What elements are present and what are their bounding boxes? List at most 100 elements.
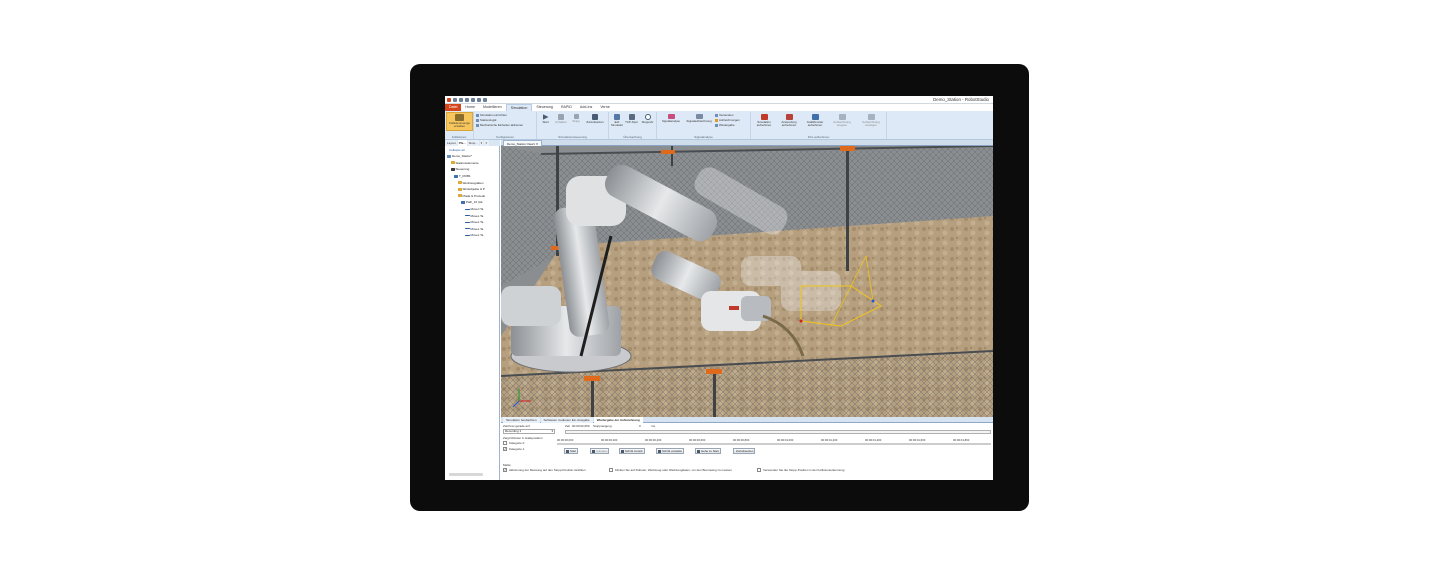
reset-button[interactable]: Zurücksetzen [583,114,607,124]
group-label-ueberwachung: Überwachung [623,135,642,139]
step-forward-button[interactable]: Schritt vorwärts [656,448,684,454]
customize-icon[interactable] [483,98,487,102]
show-recording-label: Aufzeichnung anzeigen [862,120,880,128]
signal-analyzer-button[interactable]: Signalanalyse [659,114,683,123]
horizontal-scrollbar[interactable] [449,473,483,476]
tree-item[interactable]: Stationselemente [447,160,499,167]
recording-select[interactable]: Recording 1 ▾ [503,429,555,434]
reset-playback-button[interactable]: Zurücksetzen [733,448,756,454]
playback-panel: Zeichnet gerade auf Recording 1 ▾ Zeit 0… [501,423,993,480]
group-ueberwachung: E/A Simulator TCP-Spur Stoppuhr Überwach… [609,112,657,139]
tcp-trace-button[interactable]: TCP-Spur [625,114,638,124]
step-back-icon [621,450,624,453]
timeline-ruler [557,443,991,445]
option-collision-label: Verwenden Sie die Stopp-Position in der … [763,468,845,472]
go-to-start-button[interactable]: Gehe zu Start [695,448,721,454]
tree-item[interactable]: MoveL Ta [447,226,499,233]
tree-item-label: Demo_Station* [452,154,473,159]
start-button[interactable]: Start [539,114,552,124]
option-measure-checkbox[interactable]: ✓ [503,468,507,472]
playback-button[interactable]: Wiedergabe [715,123,735,127]
measure-icon[interactable] [471,98,475,102]
tree-item[interactable]: Pfade & Prozedu [447,193,499,200]
option-click-measure-checkbox[interactable] [609,468,613,472]
option-click-measure-label: Klicken Sie auf Roboter, Werkzeug oder W… [615,468,732,472]
panel-close-button[interactable]: ✕ [484,140,489,146]
save-icon[interactable] [453,98,457,102]
simulation-setup-button[interactable]: Simulation einrichten [476,113,507,117]
tab-simulation-browser[interactable]: Simp... [467,140,479,146]
tab-datei[interactable]: Datei [445,104,462,111]
station-scene [501,146,993,417]
tree-item[interactable]: Path_10 (Ak [447,199,499,206]
stop-button[interactable]: Stopp [570,114,582,123]
tree-item-label: Stationselemente [455,160,479,165]
tree-item[interactable]: MoveL Ta [447,212,499,219]
option-collision-checkbox[interactable] [757,468,761,472]
tree-item[interactable]: Werkobjekte & P [447,186,499,193]
tree-item[interactable]: MoveL Ta [447,219,499,226]
use-label: Verwenden [719,113,734,117]
category-0-checkbox[interactable] [503,441,507,445]
stop-recording-button[interactable]: Aufzeichnung stoppen [829,114,855,127]
record-simulation-button[interactable]: Simulation aufnehmen [753,114,775,127]
start-label: Start [542,120,549,124]
start-playback-button[interactable]: Start [564,448,579,454]
tab-modellieren[interactable]: Modellieren [479,104,506,111]
create-collision-set-button[interactable]: Kollisionsmenge erstellen [446,112,473,131]
io-simulator-button[interactable]: E/A Simulator [610,114,624,127]
stopwatch-button[interactable]: Stoppuhr [639,114,656,124]
step-back-label: Schritt zurück [625,449,643,453]
tree-item[interactable]: Werkzeugdaten [447,179,499,186]
3d-viewport[interactable] [501,146,993,417]
pause-button[interactable]: Anhalten [553,114,569,124]
category-1-checkbox[interactable]: ✓ [503,447,507,451]
stopp-value: 0 [639,424,641,428]
timeline-tick-label: 00:00:00,800 [733,438,750,442]
show-recording-button[interactable]: Aufzeichnung anzeigen [857,114,885,127]
tcp-trace-label: TCP-Spur [625,120,638,124]
step-forward-icon [658,450,661,453]
tab-layout[interactable]: Layout [446,140,457,146]
redo-icon[interactable] [465,98,469,102]
group-label-kollisionen: Kollisionen [451,135,467,139]
pause-playback-button[interactable]: Anhalten [590,448,610,454]
timeline-tick-label: 00:00:01,400 [865,438,882,442]
undo-icon[interactable] [459,98,463,102]
tree-item[interactable]: MoveL Ta [447,232,499,239]
tree-item[interactable]: Steuerung [447,166,499,173]
tab-home[interactable]: Home [461,104,479,111]
signal-recording-button[interactable]: Signalaufzeichnung [684,114,714,123]
collapse-all-link[interactable]: Collapse all [449,148,465,152]
tab-verne[interactable]: Verne [596,104,613,111]
tab-simulation[interactable]: Simulation [505,104,533,111]
playback-slider[interactable] [565,430,991,434]
signal-recording-label: Signalaufzeichnung [686,119,712,123]
tree-item[interactable]: T_ROB1 [447,173,499,180]
timeline-tick-label: 00:00:00,200 [601,438,618,442]
stopp-label: Stoppneigung [593,424,612,428]
use-button[interactable]: Verwenden [715,113,733,117]
activate-mech-units-label: Mechanische Einheiten aktivieren [480,123,524,127]
step-back-button[interactable]: Schritt zurück [619,448,645,454]
station-logic-button[interactable]: Stationslogik [476,118,496,122]
panel-menu-button[interactable]: ▾ [479,140,484,146]
record-application-button[interactable]: Anwendung aufnehmen [777,114,801,127]
zeit-value: 00:00:02,050 [572,424,590,428]
tab-paths[interactable]: Pfa... [457,140,467,146]
tree-item[interactable]: Demo_Station* [447,153,499,160]
layout-browser-panel: Layout Pfa... Simp... ▾ ✕ Collapse all D… [445,140,500,480]
select-icon[interactable] [477,98,481,102]
recordings-label: Aufzeichnungen [719,118,740,122]
tab-steuerung[interactable]: Steuerung [532,104,557,111]
activate-mech-units-button[interactable]: Mechanische Einheiten aktivieren [476,123,523,127]
recordings-button[interactable]: Aufzeichnungen [715,118,740,122]
station-icon [447,154,451,158]
logic-icon [476,118,479,122]
tree-item-label: Steuerung [455,167,470,172]
record-graphics-button[interactable]: Grafikfenster aufnehmen [803,114,827,127]
tree-item[interactable]: MoveJ Ta [447,206,499,213]
move-icon [464,221,470,223]
tab-rapid[interactable]: RAPID [557,104,576,111]
tab-add-ins[interactable]: Add-Ins [576,104,596,111]
